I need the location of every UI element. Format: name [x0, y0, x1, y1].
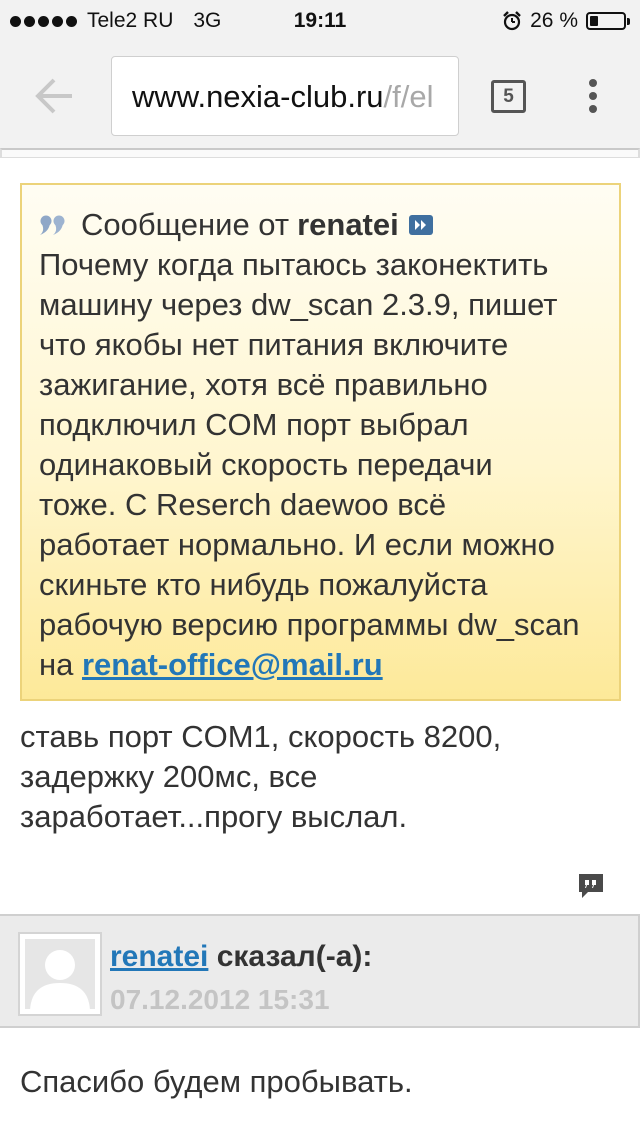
quote-block: Сообщение от renatei Почему когда пытаюс…	[20, 183, 621, 701]
view-post-icon[interactable]	[408, 215, 433, 235]
multiquote-icon[interactable]	[576, 871, 606, 901]
url-path: /f/el	[383, 79, 434, 114]
default-avatar-icon	[25, 939, 95, 1009]
address-bar[interactable]: www.nexia-club.ru/f/el	[111, 56, 459, 136]
quote-author: renatei	[297, 207, 399, 242]
overflow-menu-icon[interactable]	[583, 79, 603, 117]
url-domain: www.nexia-club.ru	[132, 79, 384, 114]
email-link[interactable]: renat-office@mail.ru	[82, 647, 383, 682]
quote-header: Сообщение от renatei	[39, 205, 605, 245]
quote-prefix: Сообщение от	[81, 207, 290, 242]
quote-last-line: на renat-office@mail.ru	[39, 645, 605, 685]
quote-icon	[40, 215, 65, 235]
battery-percent: 26 %	[530, 9, 578, 32]
tabs-button[interactable]: 5	[491, 80, 526, 113]
quote-tail-text: на	[39, 647, 82, 682]
browser-toolbar: www.nexia-club.ru/f/el 5	[0, 40, 640, 148]
back-arrow-icon[interactable]	[34, 76, 76, 116]
post-body-text: Спасибо будем пробывать.	[20, 1064, 413, 1099]
reply-text: ставь порт COM1, скорость 8200, задержку…	[20, 719, 502, 834]
post-said-label: сказал(-а):	[216, 940, 373, 973]
quote-text: Почему когда пытаюсь законектить машину …	[39, 247, 580, 642]
status-bar: Tele2 RU 3G 19:11 26 %	[0, 0, 640, 40]
battery-icon	[586, 12, 630, 30]
avatar[interactable]	[18, 932, 102, 1016]
post-date: 07.12.2012 15:31	[110, 984, 330, 1015]
post-author-link[interactable]: renatei	[110, 940, 208, 973]
status-right: 26 %	[502, 9, 630, 33]
post-author-line: renatei сказал(-а):	[110, 940, 372, 974]
alarm-clock-icon	[503, 11, 521, 31]
page-top-edge	[0, 148, 640, 158]
post-header: renatei сказал(-а): 07.12.2012 15:31	[0, 914, 640, 1028]
